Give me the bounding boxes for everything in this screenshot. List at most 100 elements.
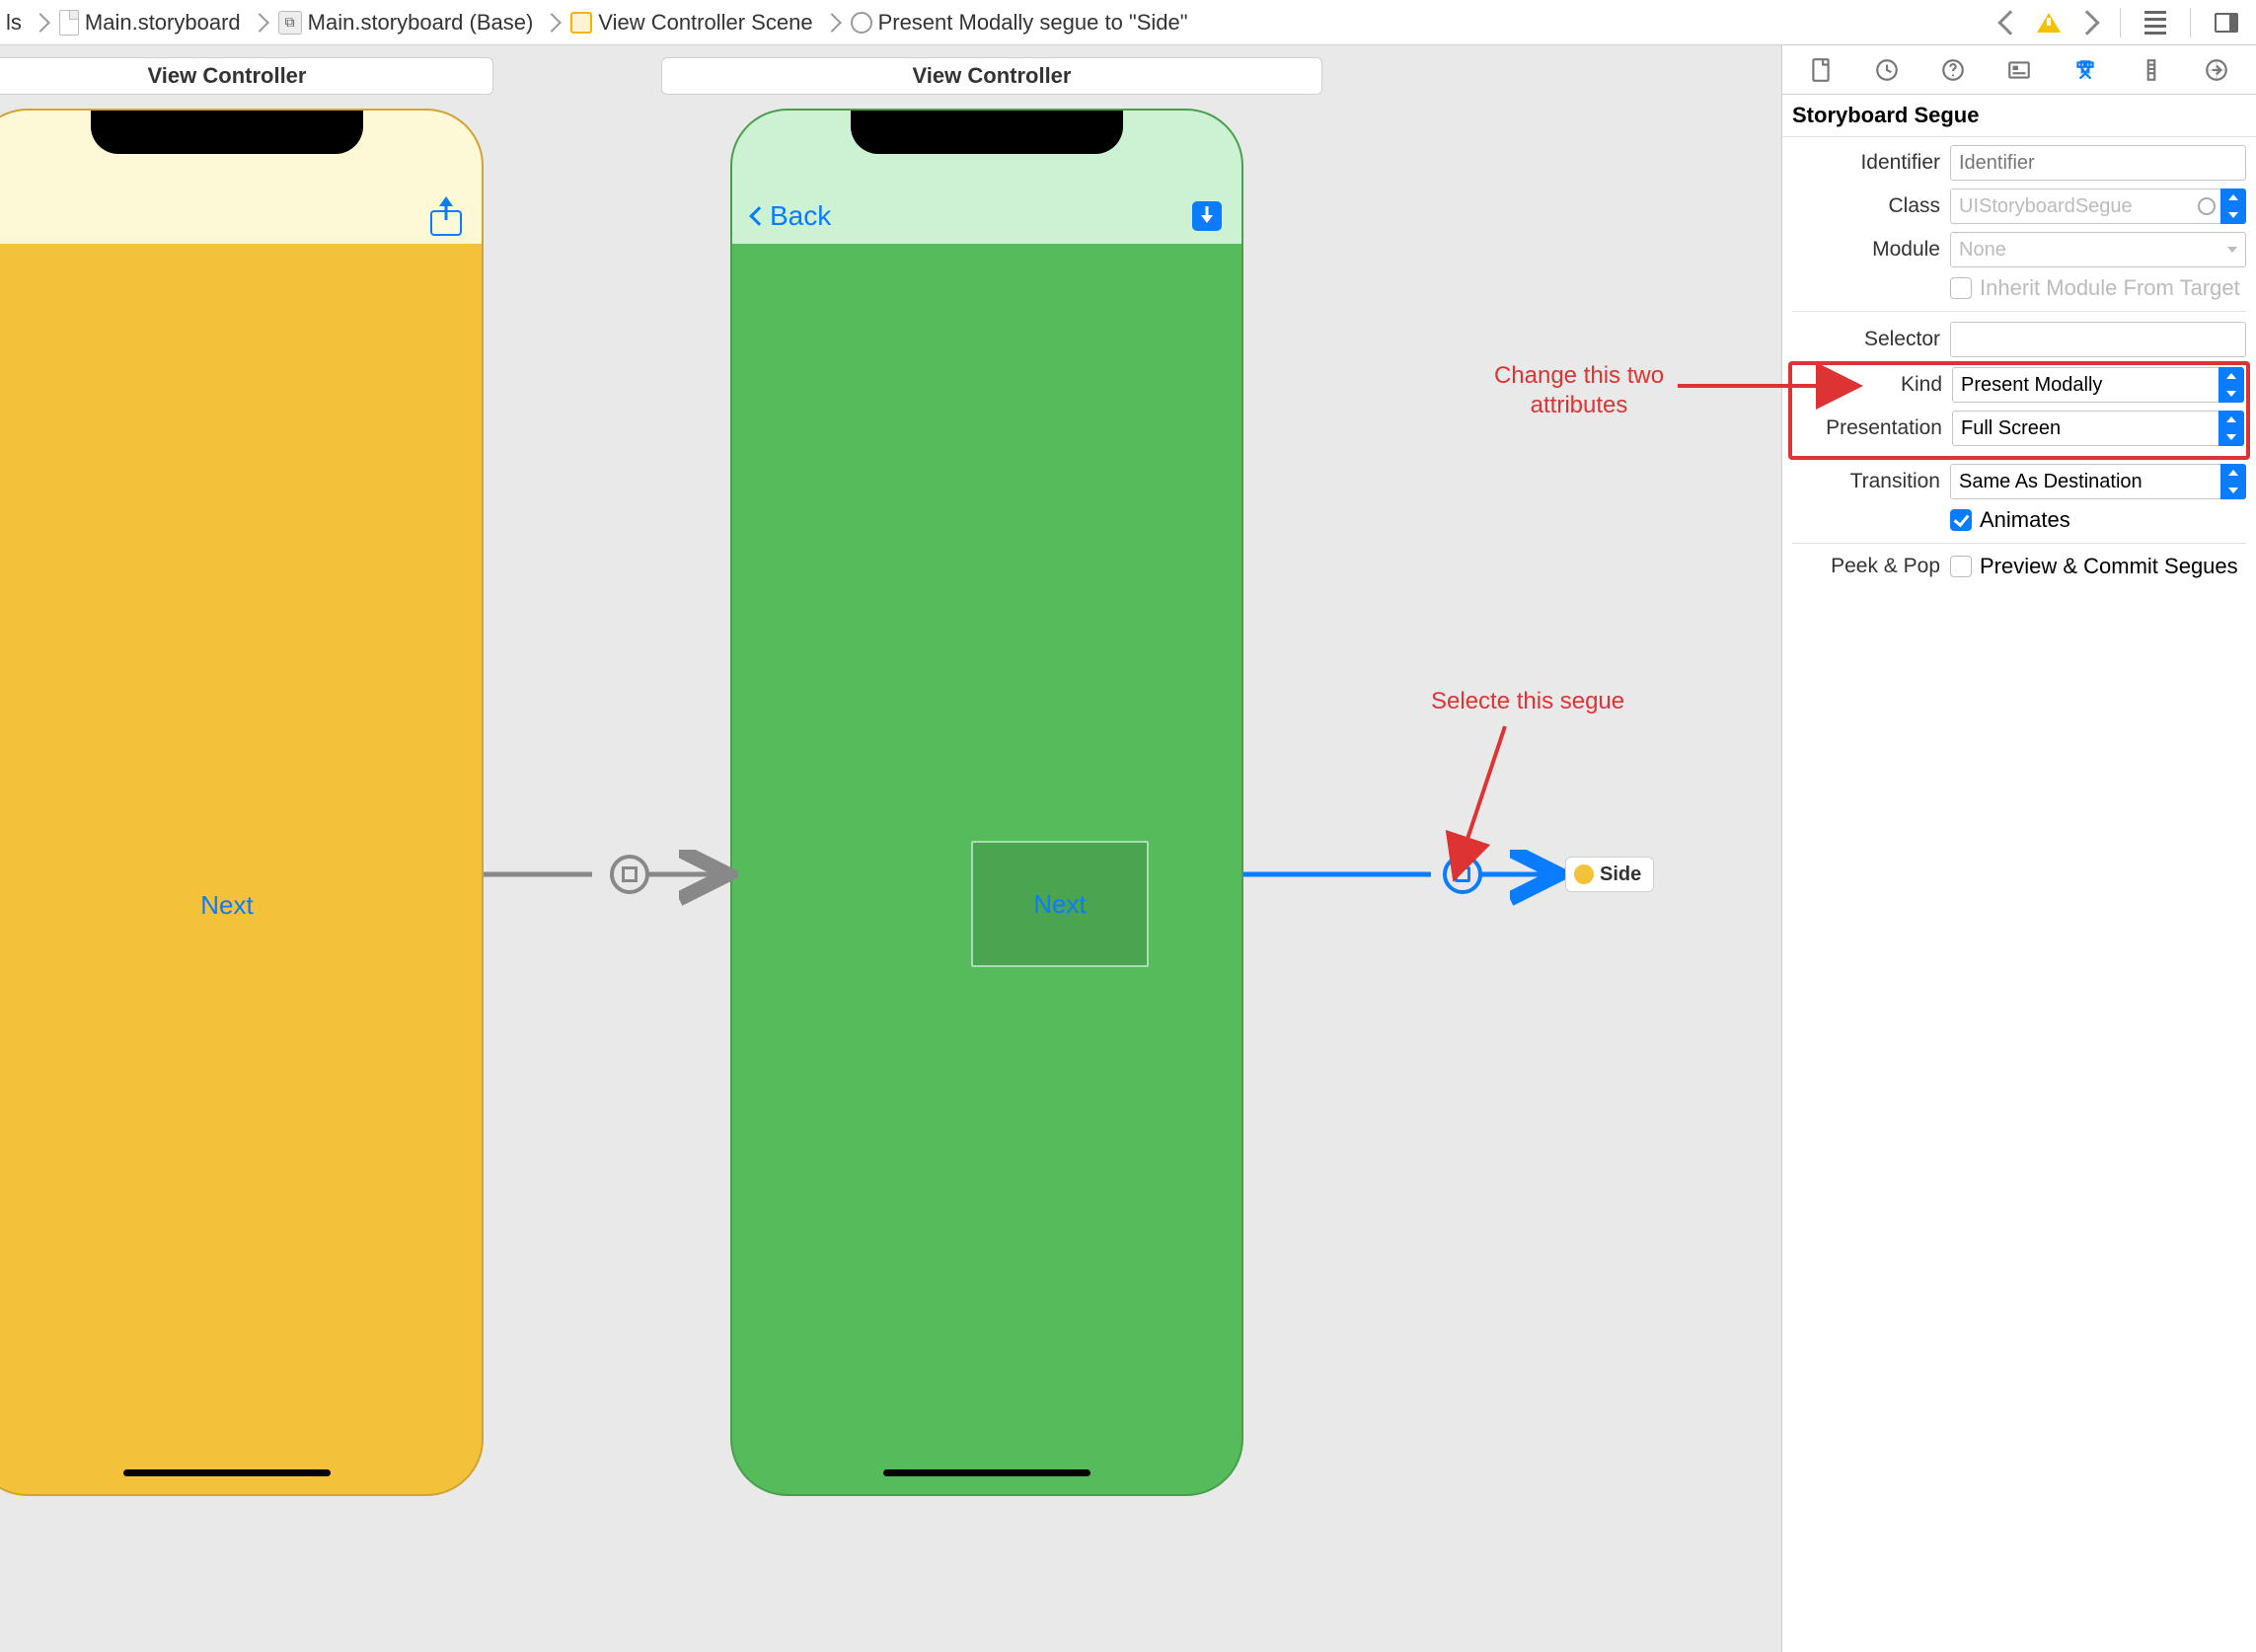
presentation-select[interactable]: Full Screen	[1952, 411, 2218, 446]
row-kind: Kind Present Modally	[1794, 367, 2244, 403]
crumb-text: Present Modally segue to "Side"	[878, 10, 1188, 36]
inherit-module-checkbox[interactable]	[1950, 277, 1972, 299]
highlight-box: Kind Present Modally Presentation Full S…	[1788, 361, 2250, 460]
field-label: Transition	[1792, 470, 1950, 493]
identifier-input[interactable]	[1950, 145, 2246, 181]
scene-view-controller-1[interactable]: View Controller Next	[0, 57, 493, 1496]
scene-view-controller-2[interactable]: View Controller Back Next	[730, 57, 1322, 1496]
field-label: Presentation	[1794, 416, 1952, 440]
back-button[interactable]: Back	[752, 200, 831, 232]
annotation-arrow-1	[1451, 726, 1530, 864]
side-scene-mini[interactable]: Side	[1565, 857, 1654, 892]
scene-icon	[570, 12, 592, 34]
scene-title-text: View Controller	[913, 63, 1072, 89]
inspector-tab-identity[interactable]	[2001, 52, 2037, 88]
inspector-tab-history[interactable]	[1869, 52, 1905, 88]
annotation-select-segue: Selecte this segue	[1431, 687, 1624, 716]
inspector-tab-file[interactable]	[1803, 52, 1839, 88]
field-label: Kind	[1794, 373, 1952, 397]
chevron-right-icon	[247, 10, 272, 36]
back-label: Back	[770, 200, 831, 232]
module-select[interactable]: None	[1950, 232, 2246, 267]
scene-title-bar[interactable]: View Controller	[0, 57, 493, 95]
transition-select[interactable]: Same As Destination	[1950, 464, 2220, 499]
outline-toggle-button[interactable]	[2144, 11, 2166, 35]
kind-select[interactable]: Present Modally	[1952, 367, 2218, 403]
topbar-right-controls	[2001, 8, 2248, 38]
breadcrumb[interactable]: ls Main.storyboard ⧉ Main.storyboard (Ba…	[0, 10, 2001, 36]
nav-back-button[interactable]	[1997, 10, 2022, 35]
download-icon[interactable]	[1192, 201, 1222, 231]
assistant-panel-button[interactable]	[2215, 13, 2238, 33]
class-stepper[interactable]	[2220, 188, 2246, 224]
selector-input[interactable]	[1950, 322, 2246, 357]
crumb-segue[interactable]: Present Modally segue to "Side"	[851, 10, 1188, 36]
scene-title-text: View Controller	[148, 63, 307, 89]
annotation-change-attributes: Change this two attributes	[1461, 361, 1697, 420]
row-inherit-module: Inherit Module From Target	[1792, 275, 2246, 301]
nav-bar: Back	[732, 185, 1241, 248]
segue-node-present-modally[interactable]	[1443, 855, 1482, 894]
side-scene-label: Side	[1600, 864, 1641, 886]
nav-forward-button[interactable]	[2074, 10, 2099, 35]
crumb-text: View Controller Scene	[598, 10, 812, 36]
crumb-base[interactable]: ⧉ Main.storyboard (Base)	[278, 10, 534, 36]
warning-icon[interactable]	[2037, 13, 2061, 33]
inspector-section-title: Storyboard Segue	[1782, 95, 2256, 137]
presentation-stepper[interactable]	[2218, 411, 2244, 446]
checkbox-label: Animates	[1980, 507, 2070, 533]
segue-icon	[851, 12, 872, 34]
field-label: Peek & Pop	[1792, 555, 1950, 578]
inspector-tab-help[interactable]	[1935, 52, 1971, 88]
field-label: Identifier	[1792, 151, 1950, 175]
crumb-prefix[interactable]: ls	[6, 10, 22, 36]
storyboard-canvas[interactable]: View Controller Next	[0, 45, 1782, 1652]
crumb-text: Main.storyboard	[85, 10, 241, 36]
inspector-tab-bar	[1782, 45, 2256, 95]
crumb-scene[interactable]: View Controller Scene	[570, 10, 812, 36]
separator	[2190, 8, 2191, 38]
checkbox-label: Inherit Module From Target	[1980, 275, 2240, 301]
inspector-tab-connections[interactable]	[2199, 52, 2234, 88]
row-selector: Selector	[1792, 322, 2246, 357]
next-button[interactable]: Next	[200, 890, 253, 921]
class-select[interactable]: UIStoryboardSegue	[1950, 188, 2193, 224]
storyboard-file-icon	[59, 10, 79, 36]
transition-stepper[interactable]	[2220, 464, 2246, 499]
kind-stepper[interactable]	[2218, 367, 2244, 403]
row-animates: Animates	[1792, 507, 2246, 533]
crumb-text: ls	[6, 10, 22, 36]
chevron-right-icon	[28, 10, 53, 36]
field-label: Selector	[1792, 328, 1950, 351]
notch-icon	[91, 111, 363, 154]
home-indicator-icon	[883, 1469, 1090, 1476]
jump-to-class-button[interactable]	[2193, 188, 2220, 224]
field-label: Module	[1792, 238, 1950, 262]
segue-kind-icon	[622, 866, 638, 882]
scene-title-bar[interactable]: View Controller	[661, 57, 1322, 95]
inspector-tab-size[interactable]	[2134, 52, 2169, 88]
row-transition: Transition Same As Destination	[1792, 464, 2246, 499]
ib-file-icon: ⧉	[278, 11, 302, 35]
crumb-file[interactable]: Main.storyboard	[59, 10, 241, 36]
row-presentation: Presentation Full Screen	[1794, 411, 2244, 446]
phone-preview[interactable]: Next	[0, 109, 484, 1496]
phone-preview[interactable]: Back Next	[730, 109, 1243, 1496]
chevron-left-icon	[749, 206, 769, 226]
chevron-down-icon	[2227, 247, 2237, 253]
separator	[2120, 8, 2121, 38]
notch-icon	[851, 111, 1123, 154]
peek-pop-checkbox[interactable]	[1950, 556, 1972, 577]
segue-kind-icon	[1455, 866, 1470, 882]
chevron-right-icon	[539, 10, 564, 36]
animates-checkbox[interactable]	[1950, 509, 1972, 531]
inspector-tab-attributes[interactable]	[2068, 52, 2103, 88]
segue-node-show[interactable]	[610, 855, 649, 894]
inspector-panel: Storyboard Segue Identifier Class UIStor…	[1782, 45, 2256, 1652]
chevron-right-icon	[819, 10, 845, 36]
container-view[interactable]: Next	[971, 841, 1149, 967]
share-icon[interactable]	[430, 196, 462, 236]
crumb-text: Main.storyboard (Base)	[308, 10, 534, 36]
view-controller-dot-icon	[1574, 864, 1594, 884]
row-class: Class UIStoryboardSegue	[1792, 188, 2246, 224]
